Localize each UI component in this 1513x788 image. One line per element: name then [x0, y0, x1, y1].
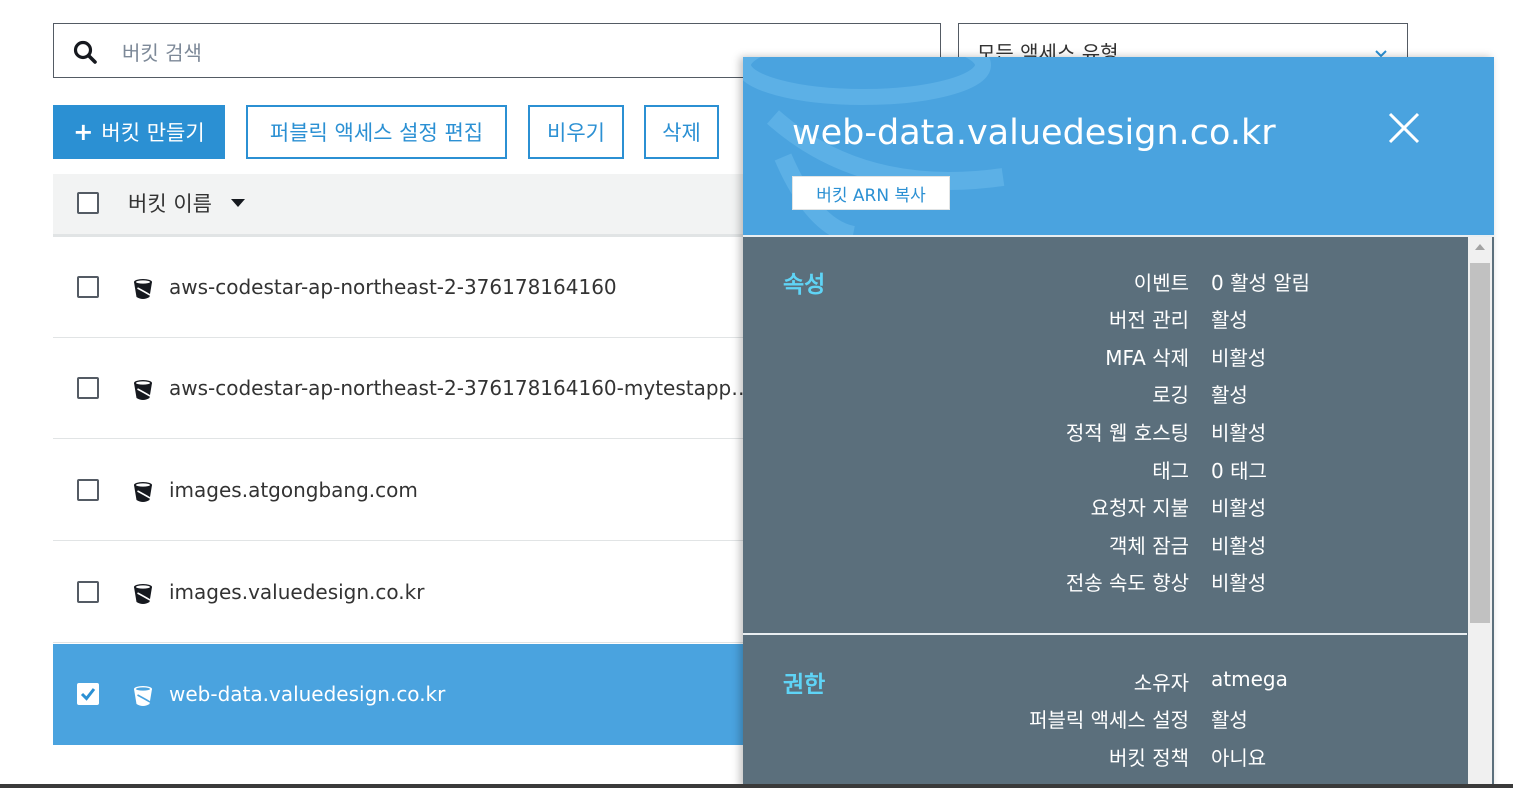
table-row-selected[interactable]: web-data.valuedesign.co.kr [53, 644, 743, 745]
bottom-edge-bar [0, 784, 1513, 788]
bucket-icon [134, 584, 152, 604]
prop-value-object-lock[interactable]: 비활성 [1211, 530, 1266, 559]
table-row[interactable]: aws-codestar-ap-northeast-2-376178164160… [53, 338, 751, 439]
copy-arn-label: 버킷 ARN 복사 [816, 185, 926, 206]
permissions-heading: 권한 [783, 672, 826, 698]
create-bucket-label: 버킷 만들기 [101, 121, 205, 145]
row-checkbox[interactable] [77, 276, 99, 298]
row-checkbox-checked[interactable] [77, 683, 99, 705]
row-checkbox[interactable] [77, 377, 99, 399]
perm-value-owner: atmega [1211, 667, 1288, 691]
prop-value-logging[interactable]: 활성 [1211, 379, 1248, 408]
bucket-name[interactable]: images.atgongbang.com [169, 478, 418, 502]
plus-icon: + [73, 118, 94, 146]
bucket-icon [134, 686, 152, 706]
panel-header: web-data.valuedesign.co.kr 버킷 ARN 복사 [743, 57, 1494, 237]
table-row[interactable]: images.atgongbang.com [53, 440, 743, 541]
checkmark-icon [80, 688, 96, 701]
perm-label-public-access: 퍼블릭 액세스 설정 [1029, 708, 1189, 732]
panel-body: 속성 이벤트 0 활성 알림 버전 관리 활성 MFA 삭제 비활성 로깅 활성… [743, 237, 1467, 788]
table-row[interactable]: images.valuedesign.co.kr [53, 542, 743, 643]
row-checkbox[interactable] [77, 581, 99, 603]
bucket-icon [134, 279, 152, 299]
prop-label-object-lock: 객체 잠금 [1109, 534, 1189, 558]
delete-bucket-button[interactable]: 삭제 [644, 105, 719, 159]
panel-scrollbar[interactable] [1468, 237, 1492, 788]
row-checkbox[interactable] [77, 479, 99, 501]
edit-public-access-button[interactable]: 퍼블릭 액세스 설정 편집 [246, 105, 507, 159]
bucket-name[interactable]: images.valuedesign.co.kr [169, 580, 424, 604]
prop-label-logging: 로깅 [1152, 383, 1189, 407]
prop-value-versioning[interactable]: 활성 [1211, 304, 1248, 333]
prop-value-transfer-acceleration[interactable]: 비활성 [1211, 567, 1266, 596]
select-all-checkbox[interactable] [77, 192, 99, 214]
prop-value-mfa-delete[interactable]: 비활성 [1211, 342, 1266, 371]
bucket-icon [134, 380, 152, 400]
panel-title: web-data.valuedesign.co.kr [792, 113, 1276, 153]
table-row[interactable]: aws-codestar-ap-northeast-2-376178164160 [53, 237, 743, 338]
bucket-detail-panel: web-data.valuedesign.co.kr 버킷 ARN 복사 속성 … [743, 57, 1494, 788]
prop-label-static-hosting: 정적 웹 호스팅 [1065, 421, 1189, 445]
empty-bucket-label: 비우기 [547, 121, 605, 145]
edit-public-access-label: 퍼블릭 액세스 설정 편집 [269, 121, 484, 145]
create-bucket-button[interactable]: + 버킷 만들기 [53, 105, 225, 159]
bucket-name[interactable]: aws-codestar-ap-northeast-2-376178164160 [169, 275, 617, 299]
prop-label-tags: 태그 [1152, 459, 1189, 483]
copy-arn-button[interactable]: 버킷 ARN 복사 [792, 176, 950, 210]
section-divider [743, 633, 1467, 635]
bucket-name[interactable]: aws-codestar-ap-northeast-2-376178164160… [169, 376, 751, 400]
prop-label-mfa-delete: MFA 삭제 [1105, 346, 1189, 370]
prop-label-requester-pays: 요청자 지불 [1090, 496, 1189, 520]
prop-label-versioning: 버전 관리 [1109, 308, 1189, 332]
prop-value-static-hosting[interactable]: 비활성 [1211, 417, 1266, 446]
prop-value-tags[interactable]: 0 태그 [1211, 455, 1267, 484]
prop-label-events: 이벤트 [1133, 271, 1189, 295]
perm-value-public-access[interactable]: 활성 [1211, 704, 1248, 733]
properties-heading: 속성 [783, 272, 826, 298]
column-header-bucket-name[interactable]: 버킷 이름 [128, 188, 212, 218]
close-icon[interactable] [1387, 111, 1421, 145]
scrollbar-thumb[interactable] [1470, 263, 1490, 623]
scroll-up-arrow-icon[interactable] [1473, 242, 1487, 252]
perm-label-owner: 소유자 [1133, 671, 1189, 695]
search-icon [73, 40, 97, 64]
bucket-name[interactable]: web-data.valuedesign.co.kr [169, 682, 445, 706]
delete-bucket-label: 삭제 [662, 121, 701, 145]
prop-label-transfer-acceleration: 전송 속도 향상 [1065, 571, 1189, 595]
sort-caret-icon[interactable] [231, 198, 245, 208]
empty-bucket-button[interactable]: 비우기 [528, 105, 624, 159]
perm-label-bucket-policy: 버킷 정책 [1109, 746, 1189, 770]
bucket-icon [134, 482, 152, 502]
prop-value-events[interactable]: 0 활성 알림 [1211, 267, 1310, 296]
perm-value-bucket-policy[interactable]: 아니요 [1211, 742, 1266, 771]
prop-value-requester-pays[interactable]: 비활성 [1211, 492, 1266, 521]
bucket-table-header: 버킷 이름 [53, 174, 743, 237]
